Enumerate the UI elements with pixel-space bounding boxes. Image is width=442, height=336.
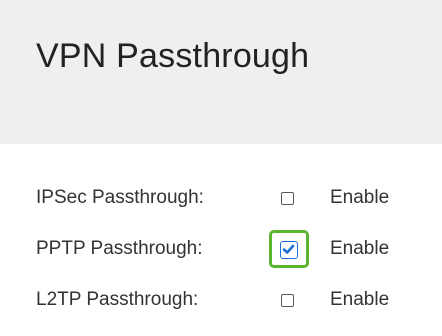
checkmark-icon	[282, 244, 295, 254]
pptp-passthrough-checkbox[interactable]	[280, 241, 298, 259]
vpn-passthrough-page: VPN Passthrough IPSec Passthrough: Enabl…	[0, 0, 442, 336]
l2tp-passthrough-row: L2TP Passthrough: Enable	[36, 284, 436, 316]
l2tp-passthrough-checkbox[interactable]	[281, 294, 294, 307]
l2tp-enable-label[interactable]: Enable	[330, 289, 389, 311]
ipsec-enable-label[interactable]: Enable	[330, 187, 389, 209]
ipsec-passthrough-label: IPSec Passthrough:	[36, 187, 204, 208]
ipsec-passthrough-checkbox[interactable]	[281, 192, 294, 205]
l2tp-passthrough-label: L2TP Passthrough:	[36, 289, 199, 310]
pptp-passthrough-row: PPTP Passthrough: Enable	[36, 230, 436, 268]
pptp-passthrough-label: PPTP Passthrough:	[36, 238, 203, 259]
ipsec-passthrough-row: IPSec Passthrough: Enable	[36, 182, 436, 214]
pptp-enable-label[interactable]: Enable	[330, 238, 389, 260]
page-title: VPN Passthrough	[36, 37, 310, 75]
page-header: VPN Passthrough	[0, 0, 442, 144]
